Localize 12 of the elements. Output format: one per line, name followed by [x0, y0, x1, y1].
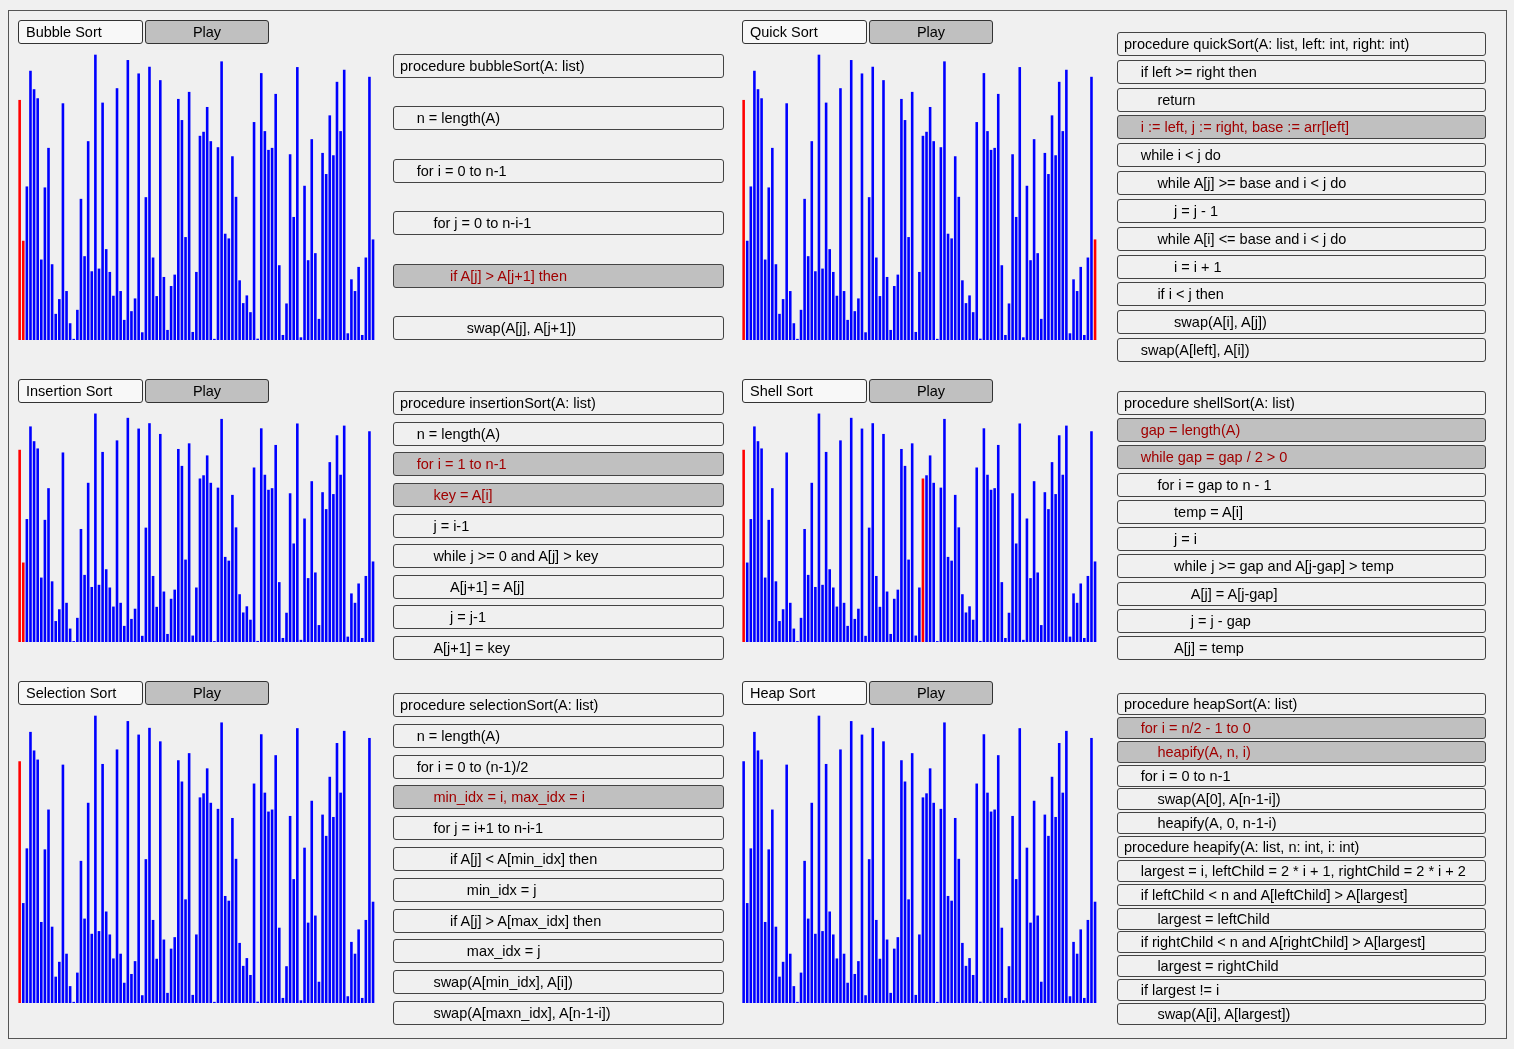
- play-button[interactable]: Play: [145, 681, 269, 705]
- algorithm-name-label: Quick Sort: [742, 20, 867, 44]
- play-button[interactable]: Play: [145, 379, 269, 403]
- algorithm-name-label: Shell Sort: [742, 379, 867, 403]
- algorithm-name-label: Selection Sort: [18, 681, 143, 705]
- algorithm-name-label: Bubble Sort: [18, 20, 143, 44]
- play-button[interactable]: Play: [869, 20, 993, 44]
- algorithm-name-label: Insertion Sort: [18, 379, 143, 403]
- play-button[interactable]: Play: [869, 681, 993, 705]
- algorithm-name-label: Heap Sort: [742, 681, 867, 705]
- play-button[interactable]: Play: [869, 379, 993, 403]
- play-button[interactable]: Play: [145, 20, 269, 44]
